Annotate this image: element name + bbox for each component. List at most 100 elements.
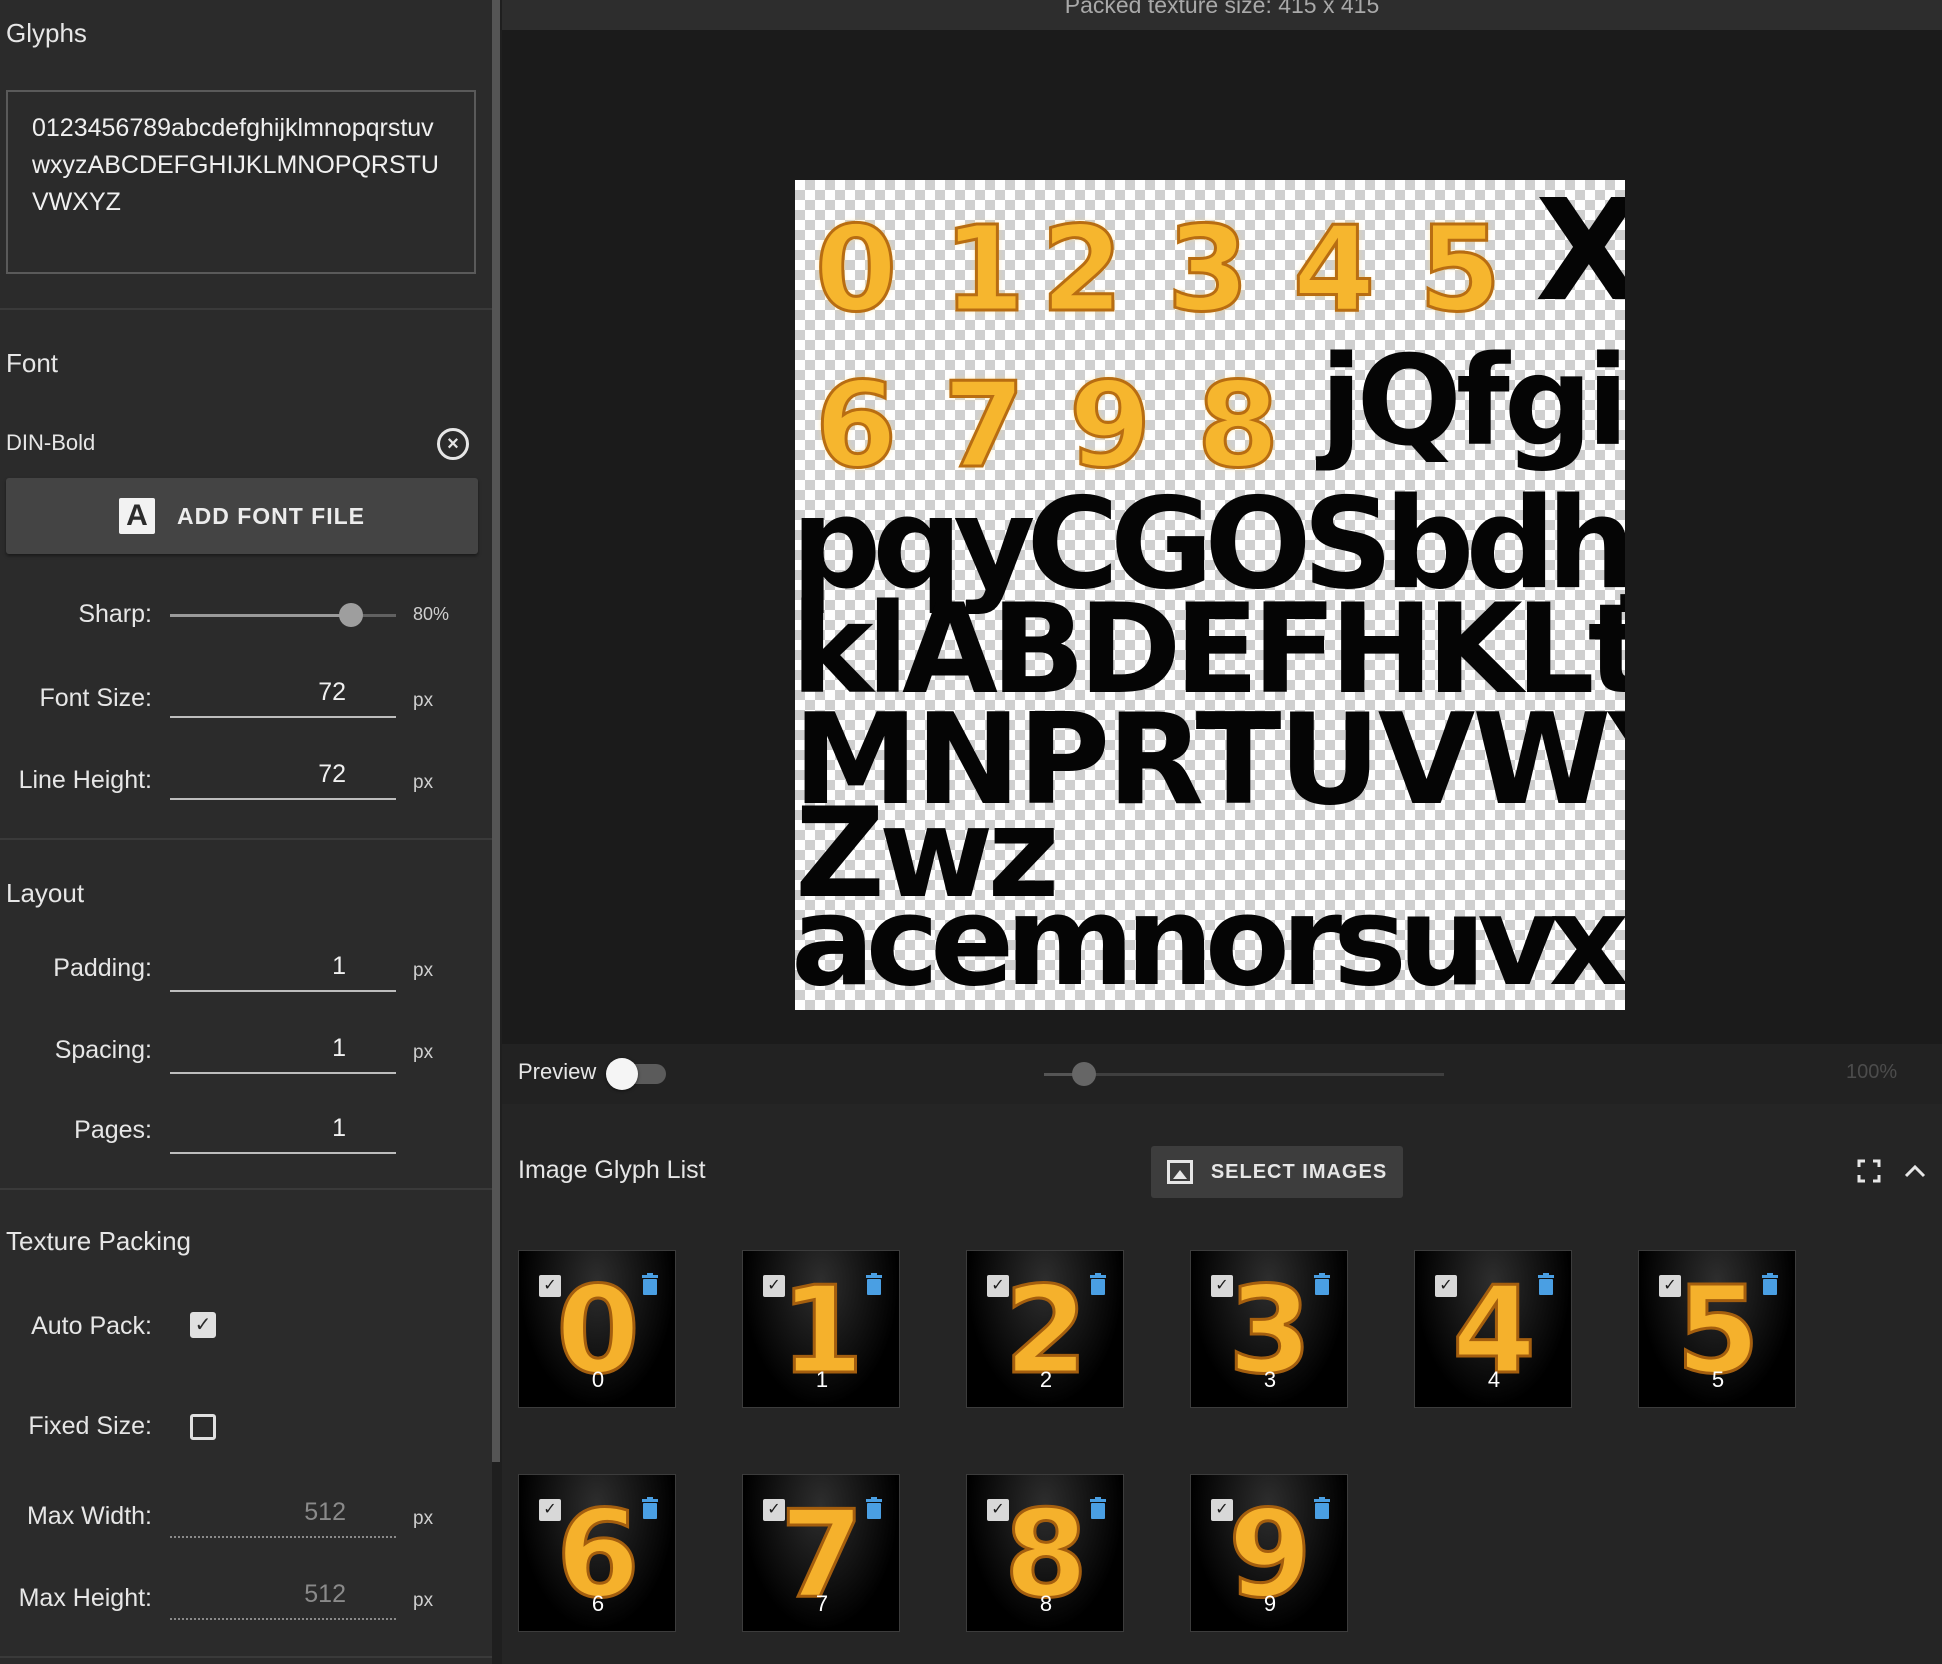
glyph-card-label: 3 [1263,1367,1277,1392]
sidebar-scrollbar[interactable] [492,0,500,1462]
padding-input[interactable]: 1 [170,952,396,992]
auto-pack-checkbox[interactable]: ✓ [190,1312,216,1338]
glyph-card-label: 0 [591,1367,605,1392]
section-divider [0,308,492,310]
select-images-label: SELECT IMAGES [1210,1160,1388,1183]
glyphs-textarea[interactable]: 0123456789abcdefghijklmnopqrstuvwxyzABCD… [6,90,476,274]
trash-icon[interactable] [641,1497,659,1519]
texture-glyph-row: jQfgil [1320,330,1625,474]
line-height-label: Line Height: [18,766,152,794]
trash-icon[interactable] [1313,1497,1331,1519]
image-glyph-card[interactable]: 2 ✓ 2 [966,1250,1124,1408]
max-width-label: Max Width: [26,1502,152,1530]
trash-icon[interactable] [865,1273,883,1295]
select-images-button[interactable]: SELECT IMAGES [1151,1146,1403,1198]
texture-gold-digit: 5 [1417,199,1502,340]
glyph-card-label: 2 [1039,1367,1053,1392]
settings-sidebar: Glyphs 0123456789abcdefghijklmnopqrstuvw… [0,0,492,1664]
checkbox-checked-icon[interactable]: ✓ [1211,1275,1233,1297]
trash-icon[interactable] [1761,1273,1779,1295]
chevron-up-icon[interactable] [1904,1160,1926,1184]
max-height-unit: px [413,1590,434,1611]
glyph-card-label: 6 [591,1591,605,1616]
add-font-file-button[interactable]: A ADD FONT FILE [6,478,478,554]
trash-icon[interactable] [865,1497,883,1519]
checkbox-checked-icon[interactable]: ✓ [987,1499,1009,1521]
auto-pack-label: Auto Pack: [31,1312,152,1340]
glyph-card-label: 7 [815,1591,829,1616]
image-glyph-card[interactable]: 4 ✓ 4 [1414,1250,1572,1408]
trash-icon[interactable] [1537,1273,1555,1295]
texture-gold-digit: 2 [1039,199,1124,340]
checkbox-checked-icon[interactable]: ✓ [1659,1275,1681,1297]
checkbox-checked-icon[interactable]: ✓ [763,1499,785,1521]
image-glyph-list-title: Image Glyph List [518,1156,706,1184]
add-font-file-label: ADD FONT FILE [176,502,366,529]
padding-unit: px [413,960,434,981]
sharp-slider-fill [170,614,351,617]
section-divider [0,1656,492,1658]
checkbox-checked-icon[interactable]: ✓ [539,1499,561,1521]
image-glyph-card[interactable]: 9 ✓ 9 [1190,1474,1348,1632]
sharp-slider-thumb[interactable] [338,603,363,627]
glyph-card-label: 9 [1263,1591,1277,1616]
section-divider [0,1188,492,1190]
glyph-card-label: 4 [1487,1367,1501,1392]
max-height-input[interactable]: 512 [170,1580,396,1620]
texture-glyph-x: X [1535,180,1625,333]
checkbox-checked-icon[interactable]: ✓ [987,1275,1009,1297]
image-gallery-icon [1166,1160,1193,1184]
preview-label: Preview [518,1059,597,1084]
preview-toggle-thumb[interactable] [606,1058,638,1090]
sharp-value: 80% [413,604,450,624]
image-glyph-card[interactable]: 0 ✓ 0 [518,1250,676,1408]
max-width-input[interactable]: 512 [170,1498,396,1538]
trash-icon[interactable] [641,1273,659,1295]
fullscreen-icon[interactable] [1857,1159,1881,1183]
image-glyph-card[interactable]: 5 ✓ 5 [1638,1250,1796,1408]
fixed-size-checkbox[interactable] [190,1414,216,1440]
trash-icon[interactable] [1089,1273,1107,1295]
zoom-value: 100% [1846,1061,1898,1083]
checkbox-checked-icon[interactable]: ✓ [539,1275,561,1297]
checkbox-checked-icon[interactable]: ✓ [1211,1499,1233,1521]
layout-section-title: Layout [6,878,85,908]
image-glyph-card[interactable]: 3 ✓ 3 [1190,1250,1348,1408]
image-glyph-card[interactable]: 8 ✓ 8 [966,1474,1124,1632]
checkbox-checked-icon[interactable]: ✓ [763,1275,785,1297]
zoom-slider-thumb[interactable] [1072,1062,1096,1086]
image-glyph-card[interactable]: 7 ✓ 7 [742,1474,900,1632]
trash-icon[interactable] [1313,1273,1331,1295]
glyph-card-label: 1 [815,1367,829,1392]
spacing-unit: px [413,1042,434,1063]
section-divider [0,838,492,840]
texture-gold-digit: 0 [813,199,898,340]
font-size-label: Font Size: [39,684,152,712]
texture-glyph-row: acemnorsuvx [795,870,1625,1010]
line-height-unit: px [413,772,434,793]
glyphs-section-title: Glyphs [6,18,87,48]
texture-gold-digit: 3 [1165,199,1250,340]
checkbox-checked-icon[interactable]: ✓ [1435,1275,1457,1297]
glyph-card-label: 8 [1039,1591,1053,1616]
line-height-input[interactable]: 72 [170,760,396,800]
zoom-slider-track[interactable] [1044,1073,1444,1076]
image-glyph-card[interactable]: 6 ✓ 6 [518,1474,676,1632]
spacing-input[interactable]: 1 [170,1034,396,1074]
max-width-unit: px [413,1508,434,1529]
spacing-label: Spacing: [54,1036,152,1064]
texture-gold-digit: 4 [1291,199,1376,340]
texture-packing-section-title: Texture Packing [6,1226,191,1256]
image-glyph-card[interactable]: 1 ✓ 1 [742,1250,900,1408]
sharp-label: Sharp: [78,600,152,628]
font-name: DIN-Bold [6,430,96,455]
top-bar: Packed texture size: 415 x 415 [502,0,1942,30]
font-size-input[interactable]: 72 [170,678,396,718]
texture-gold-digit: 1 [941,199,1026,340]
max-height-label: Max Height: [18,1584,152,1612]
font-size-unit: px [413,690,434,711]
trash-icon[interactable] [1089,1497,1107,1519]
font-file-icon: A [118,498,155,534]
pages-input[interactable]: 1 [170,1114,396,1154]
remove-font-icon[interactable]: × [437,428,469,460]
